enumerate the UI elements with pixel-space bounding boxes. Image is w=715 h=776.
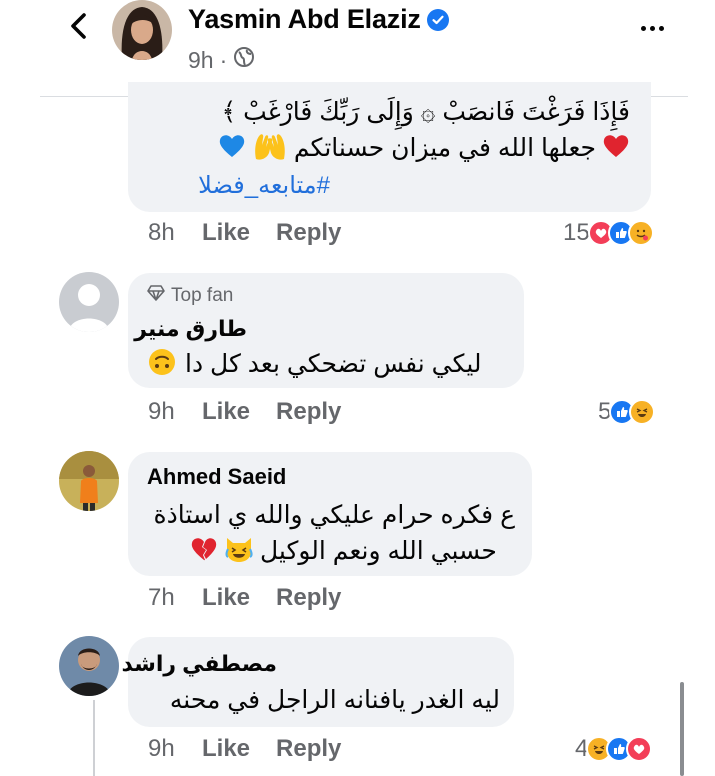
comment-time[interactable]: 7h bbox=[148, 584, 194, 612]
reply-button[interactable]: Reply bbox=[276, 584, 341, 612]
comment-time[interactable]: 9h bbox=[148, 398, 194, 426]
crying-laughing-cat-emoji-icon bbox=[224, 535, 254, 568]
upside-down-face-emoji-icon bbox=[147, 347, 177, 382]
comment-text: جعلها الله في ميزان حسناتكم bbox=[293, 134, 596, 162]
like-button[interactable]: Like bbox=[202, 735, 250, 763]
hashtag-link[interactable]: #متابعه_فضلا bbox=[130, 168, 330, 204]
profile-avatar[interactable] bbox=[112, 0, 172, 60]
heart-emoji-icon bbox=[602, 133, 630, 164]
comment-actions: 9h Like Reply bbox=[148, 735, 341, 763]
meta-separator: · bbox=[219, 46, 228, 73]
commenter-name[interactable]: طارق منير bbox=[134, 316, 247, 342]
profile-name[interactable]: Yasmin Abd Elaziz bbox=[188, 4, 449, 35]
commenter-name[interactable]: Ahmed Saeid bbox=[147, 464, 286, 490]
comment-text: ليكي نفس تضحكي بعد كل دا bbox=[185, 350, 482, 378]
comment-text-line-2: جعلها الله في ميزان حسناتكم bbox=[140, 130, 630, 166]
reply-button[interactable]: Reply bbox=[276, 735, 341, 763]
diamond-icon bbox=[147, 285, 165, 307]
comment-actions: 8h Like Reply bbox=[148, 219, 341, 247]
top-fan-label: Top fan bbox=[171, 285, 234, 306]
comment-text: حسبي الله ونعم الوكيل bbox=[260, 537, 497, 565]
comment-actions: 9h Like Reply bbox=[148, 398, 341, 426]
love-reaction-icon bbox=[626, 736, 653, 762]
more-horizontal-icon bbox=[640, 25, 664, 31]
raising-hands-emoji-icon bbox=[252, 131, 288, 166]
top-fan-badge: Top fan bbox=[147, 285, 233, 307]
comment-text-row: ليكي نفس تضحكي بعد كل دا bbox=[147, 346, 481, 382]
comment-time[interactable]: 9h bbox=[148, 735, 194, 763]
commenter-avatar[interactable] bbox=[59, 451, 119, 511]
post-time[interactable]: 9h bbox=[188, 47, 214, 74]
reaction-summary[interactable]: 4 bbox=[575, 735, 653, 763]
like-button[interactable]: Like bbox=[202, 584, 250, 612]
more-options-button[interactable] bbox=[632, 14, 672, 42]
comment-text: ليه الغدر يافنانه الراجل في محنه bbox=[169, 686, 500, 714]
comment-time[interactable]: 8h bbox=[148, 219, 194, 247]
comment-text-row: حسبي الله ونعم الوكيل bbox=[190, 533, 497, 569]
like-button[interactable]: Like bbox=[202, 398, 250, 426]
globe-icon bbox=[233, 46, 255, 74]
comment-text-line: فَإِذَا فَرَغْتَ فَانصَبْ ۞ وَإِلَى رَبِ… bbox=[221, 98, 630, 126]
profile-name-text[interactable]: Yasmin Abd Elaziz bbox=[188, 4, 421, 35]
reply-button[interactable]: Reply bbox=[276, 219, 341, 247]
commenter-avatar[interactable] bbox=[59, 272, 119, 332]
commenter-avatar[interactable] bbox=[59, 636, 119, 696]
reaction-summary[interactable]: 5 bbox=[598, 398, 656, 426]
chevron-left-icon bbox=[69, 12, 87, 44]
post-meta: 9h · bbox=[188, 46, 255, 74]
scrollbar[interactable] bbox=[680, 682, 684, 776]
comment-actions: 7h Like Reply bbox=[148, 584, 341, 612]
broken-heart-emoji-icon bbox=[190, 536, 218, 567]
reply-thread-line bbox=[93, 700, 95, 776]
verified-badge-icon bbox=[426, 8, 449, 31]
commenter-name[interactable]: مصطفي راشد bbox=[122, 651, 277, 677]
comment-text-line: ع فكره حرام عليكي والله ي استاذة bbox=[153, 501, 515, 529]
reply-button[interactable]: Reply bbox=[276, 398, 341, 426]
haha-reaction-icon bbox=[629, 399, 656, 425]
reaction-count: 15 bbox=[563, 219, 590, 246]
back-button[interactable] bbox=[58, 8, 98, 48]
like-button[interactable]: Like bbox=[202, 219, 250, 247]
blue-heart-emoji-icon bbox=[218, 133, 246, 164]
reaction-summary[interactable]: 15 bbox=[563, 219, 654, 247]
hug-reaction-icon bbox=[627, 220, 654, 246]
